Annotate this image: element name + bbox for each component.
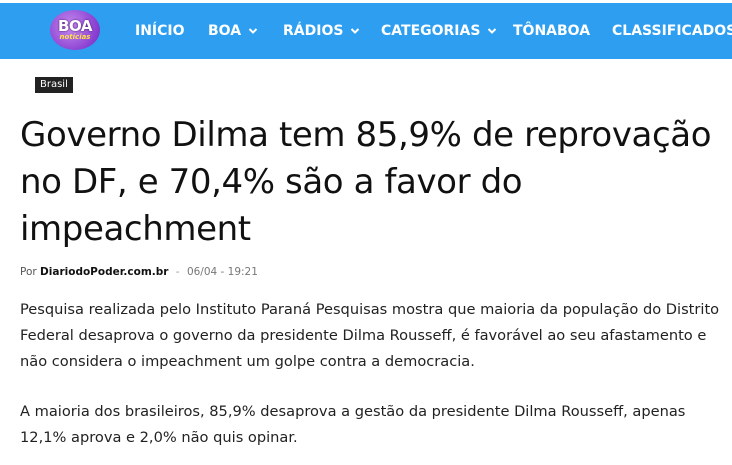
article-title: Governo Dilma tem 85,9% de reprovação no…	[20, 115, 712, 249]
article-meta: Por DiariodoPoder.com.br - 06/04 - 19:21	[20, 266, 258, 278]
nav-item-categorias[interactable]: CATEGORIAS	[381, 3, 497, 59]
article-paragraph: A maioria dos brasileiros, 85,9% desapro…	[20, 403, 686, 446]
chevron-down-icon	[351, 28, 360, 34]
nav-item-label: INÍCIO	[135, 23, 185, 39]
nav-item-inicio[interactable]: INÍCIO	[135, 3, 185, 59]
publish-date: 06/04 - 19:21	[186, 266, 258, 278]
nav-item-label: CLASSIFICADOS	[612, 23, 732, 39]
nav-item-label: RÁDIOS	[283, 23, 344, 39]
nav-item-classificados[interactable]: CLASSIFICADOS	[612, 3, 732, 59]
author-link[interactable]: DiariodoPoder.com.br	[40, 266, 168, 278]
byline-prefix: Por	[20, 266, 37, 278]
main-menu: INÍCIO BOA RÁDIOS CATEGORIAS TÔNABOA CLA…	[0, 3, 732, 59]
category-badge[interactable]: Brasil	[35, 77, 73, 93]
top-navbar: BOA notícias INÍCIO BOA RÁDIOS CATEGORIA…	[0, 3, 732, 59]
nav-item-radios[interactable]: RÁDIOS	[283, 3, 360, 59]
nav-item-tonaboa[interactable]: TÔNABOA	[513, 3, 590, 59]
meta-separator: -	[175, 266, 180, 278]
chevron-down-icon	[488, 28, 497, 34]
article-paragraph: Pesquisa realizada pelo Instituto Paraná…	[20, 301, 720, 370]
nav-item-boa[interactable]: BOA	[208, 3, 258, 59]
nav-item-label: TÔNABOA	[513, 23, 591, 39]
nav-item-label: BOA	[208, 23, 242, 39]
chevron-down-icon	[248, 28, 258, 34]
nav-item-label: CATEGORIAS	[381, 23, 481, 39]
